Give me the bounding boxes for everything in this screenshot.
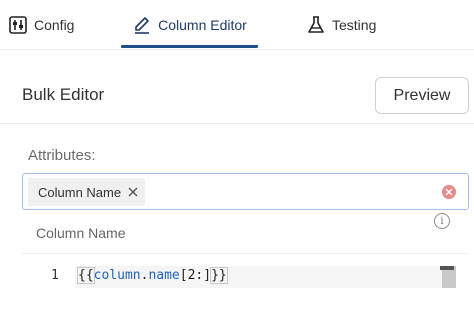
tab-testing[interactable]: Testing [306, 0, 376, 50]
column-divider [22, 253, 469, 254]
code-slice: [2:] [179, 268, 212, 283]
tab-config-label: Config [34, 17, 75, 33]
flask-icon [306, 15, 326, 35]
page-title: Bulk Editor [22, 85, 105, 104]
column-name-label: Column Name [36, 225, 126, 241]
code-close-brace: }} [210, 267, 228, 284]
tab-column-editor[interactable]: Column Editor [121, 0, 258, 50]
code-identifier-column: column [93, 268, 141, 283]
line-number: 1 [51, 268, 59, 283]
code-line[interactable]: {{column.name[2:]}} [75, 266, 453, 288]
editor-scrollbar-thumb[interactable] [440, 266, 454, 270]
info-icon[interactable]: i [434, 213, 450, 229]
tab-testing-label: Testing [332, 17, 377, 33]
pencil-icon [132, 15, 152, 35]
code-identifier-name: name [148, 268, 180, 283]
code-editor[interactable]: 1 {{column.name[2:]}} [22, 262, 474, 309]
tab-config[interactable]: Config [8, 0, 74, 50]
tab-column-editor-label: Column Editor [158, 17, 247, 33]
close-icon[interactable] [127, 186, 139, 198]
attribute-chip: Column Name [28, 178, 146, 206]
active-tab-indicator [121, 45, 258, 48]
code-open-brace: {{ [77, 267, 95, 284]
attributes-label: Attributes: [28, 147, 96, 164]
tab-bar: Config Column Editor Testing [0, 0, 474, 50]
header-divider [0, 123, 474, 124]
preview-button[interactable]: Preview [375, 77, 469, 114]
clear-selection-icon[interactable] [442, 185, 456, 199]
attributes-multiselect[interactable]: Column Name [22, 173, 469, 210]
attribute-chip-label: Column Name [38, 184, 122, 200]
column-editor-app: Config Column Editor Testing Bulk Editor [0, 0, 474, 309]
sliders-icon [8, 15, 28, 35]
